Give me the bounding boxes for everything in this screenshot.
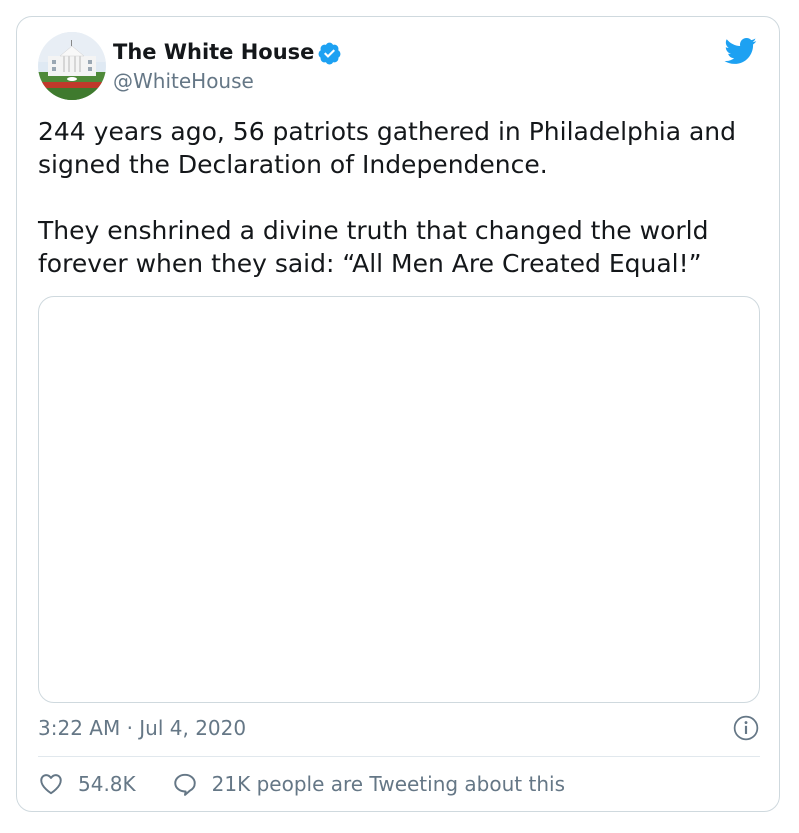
tweet-text: 244 years ago, 56 patriots gathered in P… bbox=[38, 115, 762, 280]
avatar[interactable] bbox=[38, 32, 106, 100]
conversation-link[interactable]: 21K people are Tweeting about this bbox=[212, 772, 565, 796]
tweet-card[interactable]: The White House @WhiteHouse 244 years ag… bbox=[16, 16, 780, 812]
heart-icon[interactable] bbox=[38, 771, 64, 797]
twitter-bird-icon[interactable] bbox=[723, 37, 757, 65]
tweet-paragraph: They enshrined a divine truth that chang… bbox=[38, 216, 709, 278]
info-icon[interactable] bbox=[733, 715, 759, 741]
timestamp[interactable]: 3:22 AM · Jul 4, 2020 bbox=[38, 715, 246, 741]
tweet-paragraph: 244 years ago, 56 patriots gathered in P… bbox=[38, 117, 736, 179]
like-count[interactable]: 54.8K bbox=[78, 772, 136, 796]
divider bbox=[38, 756, 760, 757]
engagement-bar: 54.8K 21K people are Tweeting about this bbox=[38, 769, 565, 799]
display-name[interactable]: The White House bbox=[113, 39, 314, 65]
handle[interactable]: @WhiteHouse bbox=[113, 68, 254, 94]
verified-badge-icon bbox=[318, 42, 341, 65]
speech-bubble-icon[interactable] bbox=[172, 771, 198, 797]
media-placeholder[interactable] bbox=[38, 296, 760, 703]
